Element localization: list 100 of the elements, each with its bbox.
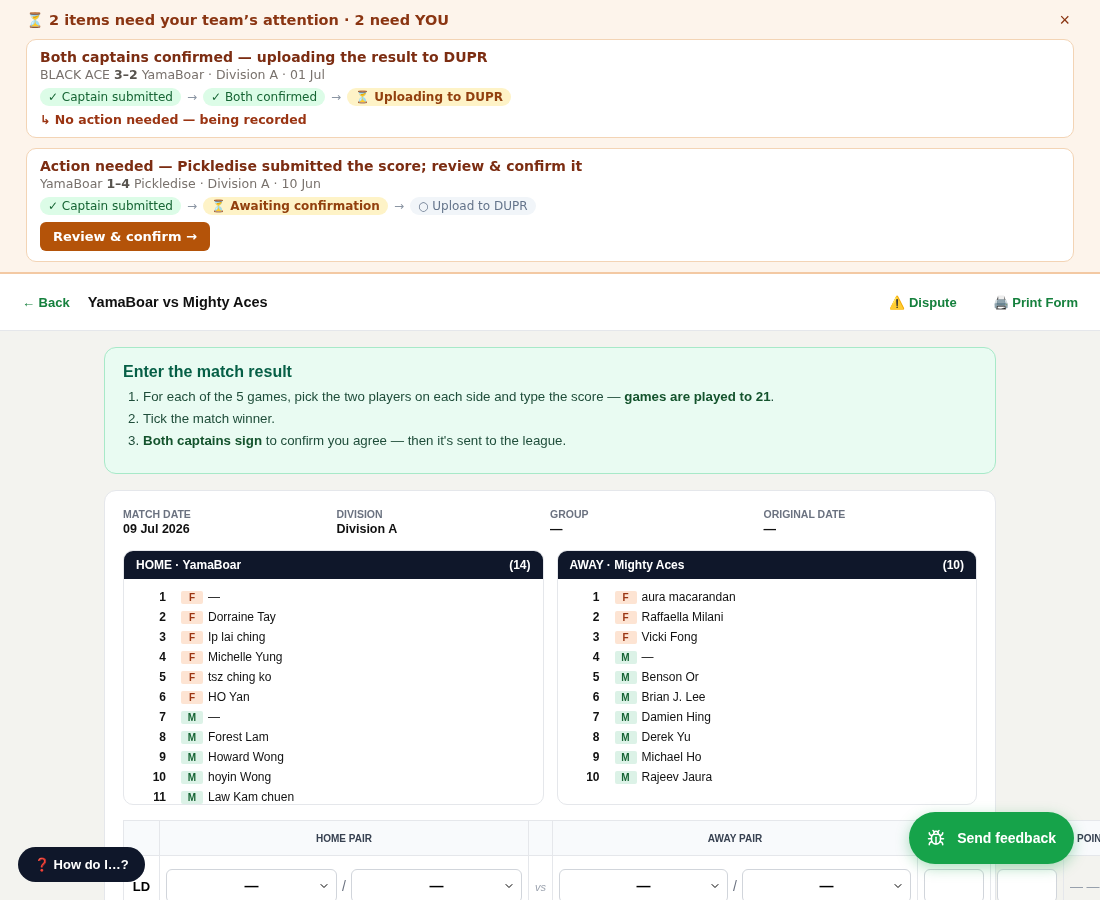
gender-tag: M xyxy=(181,790,203,804)
gender-tag: M xyxy=(614,670,637,684)
player-name: — xyxy=(208,590,220,604)
status-pill: ⏳ Awaiting confirmation xyxy=(203,197,388,215)
gender-tag: M xyxy=(614,710,637,724)
player-name: hoyin Wong xyxy=(208,770,272,784)
close-button[interactable]: × xyxy=(1055,10,1074,31)
status-pill: ✓ Captain submitted xyxy=(40,88,181,106)
gender-tag: M xyxy=(181,770,203,784)
field-label: DIVISION xyxy=(336,508,384,520)
player-name: Derek Yu xyxy=(641,730,691,744)
player-name: Brian J. Lee xyxy=(641,690,706,704)
team-name: HOME · YamaBoar xyxy=(136,558,242,572)
card-title: Both captains confirmed — uploading the result to DUPR xyxy=(40,49,489,65)
gender-tag: F xyxy=(181,690,203,704)
match-summary: YamaBoar 1–4 Pickledise · Division A · 10 Jun xyxy=(40,176,322,191)
player-number: 8 xyxy=(591,730,600,744)
score-input[interactable] xyxy=(997,868,1057,900)
status-pill: ○ Upload to DUPR xyxy=(409,197,536,215)
gender-tag: M xyxy=(614,770,637,784)
points-value: — — xyxy=(1070,878,1100,894)
player-number: 10 xyxy=(151,770,166,784)
score-input[interactable] xyxy=(924,868,984,900)
status-pill: ✓ Both confirmed xyxy=(203,88,326,106)
step-number: 1. xyxy=(128,389,140,404)
gender-tag: F xyxy=(181,610,203,624)
review-button[interactable]: Review & confirm → xyxy=(40,222,210,251)
player-name: — xyxy=(641,650,654,664)
pair-separator: / xyxy=(733,877,737,894)
card-title: Action needed — Pickledise submitted the score; review & confirm it xyxy=(40,158,584,174)
player-number: 7 xyxy=(158,710,166,724)
player-name: aura macarandan xyxy=(641,590,736,604)
player-count: (10) xyxy=(942,558,964,572)
page-title: YamaBoar vs Mighty Aces xyxy=(87,294,269,310)
player-name: Vicki Fong xyxy=(641,630,698,644)
gender-tag: F xyxy=(181,650,203,664)
step-arrow: → xyxy=(186,90,197,104)
step-arrow: → xyxy=(393,199,404,213)
player-name: Benson Or xyxy=(641,670,699,684)
nav-action-link[interactable]: ⚠ Dispute xyxy=(889,294,957,310)
player-number: 7 xyxy=(591,710,600,724)
field-label: MATCH DATE xyxy=(123,508,192,520)
status-pill: ⏳ Uploading to DUPR xyxy=(347,88,512,106)
player-select[interactable]: — xyxy=(741,868,911,900)
player-number: 1 xyxy=(591,590,600,604)
player-number: 8 xyxy=(158,730,166,744)
player-select[interactable]: — xyxy=(166,868,338,900)
step-arrow: → xyxy=(331,90,342,104)
player-name: Dorraine Tay xyxy=(208,610,276,624)
field-value: 09 Jul 2026 xyxy=(123,522,191,536)
player-number: 1 xyxy=(158,590,166,604)
player-number: 2 xyxy=(591,610,600,624)
step-number: 2. xyxy=(128,411,140,426)
banner-title: ⏳ 2 items need your team’s attention · 2 need YOU xyxy=(26,12,450,29)
player-name: Howard Wong xyxy=(208,750,284,764)
nav-action-link[interactable]: 🖨 Print Form xyxy=(992,294,1078,310)
player-number: 6 xyxy=(591,690,600,704)
player-number: 5 xyxy=(158,670,166,684)
player-name: — xyxy=(208,710,220,724)
gender-tag: M xyxy=(614,690,637,704)
player-number: 2 xyxy=(158,610,166,624)
player-name: Forest Lam xyxy=(208,730,269,744)
gender-tag: F xyxy=(181,630,203,644)
field-value: — xyxy=(550,522,564,536)
player-select[interactable]: — xyxy=(350,868,522,900)
step-arrow: → xyxy=(186,199,197,213)
gender-tag: F xyxy=(181,590,203,604)
player-number: 3 xyxy=(591,630,600,644)
player-name: Law Kam chuen xyxy=(208,790,295,804)
gender-tag: F xyxy=(614,610,637,624)
gender-tag: M xyxy=(181,710,203,724)
player-number: 9 xyxy=(591,750,600,764)
player-name: Raffaella Milani xyxy=(641,610,724,624)
status-pill: ✓ Captain submitted xyxy=(40,197,181,215)
player-number: 6 xyxy=(158,690,166,704)
match-summary: BLACK ACE 3–2 YamaBoar · Division A · 01 Jul xyxy=(40,67,326,82)
field-value: — xyxy=(763,522,777,536)
field-label: GROUP xyxy=(550,508,590,520)
instruction-text: For each of the 5 games, pick the two players on each side and type the score — games are played to 21. xyxy=(143,389,775,404)
gender-tag: M xyxy=(181,750,203,764)
player-name: Damien Hing xyxy=(641,710,711,724)
player-select[interactable]: — xyxy=(559,868,729,900)
column-header: HOME PAIR xyxy=(159,820,529,856)
column-header: AWAY PAIR xyxy=(552,820,918,856)
vs-label: vs xyxy=(535,880,546,893)
step-number: 3. xyxy=(128,433,140,448)
gender-tag: F xyxy=(181,670,203,684)
bug-icon xyxy=(927,829,946,847)
field-label: ORIGINAL DATE xyxy=(763,508,847,520)
player-name: Rajeev Jaura xyxy=(641,770,713,784)
help-button[interactable]: ❓ How do I…? xyxy=(18,847,145,882)
back-link[interactable]: ← Back xyxy=(22,294,70,310)
team-name: AWAY · Mighty Aces xyxy=(569,558,685,572)
gender-tag: M xyxy=(614,650,637,664)
gender-tag: F xyxy=(614,590,637,604)
instruction-text: Both captains sign to confirm you agree — then it's sent to the league. xyxy=(143,433,567,448)
player-number: 10 xyxy=(585,770,600,784)
pair-separator: / xyxy=(342,877,346,894)
gender-tag: M xyxy=(614,730,637,744)
player-name: HO Yan xyxy=(208,690,250,704)
